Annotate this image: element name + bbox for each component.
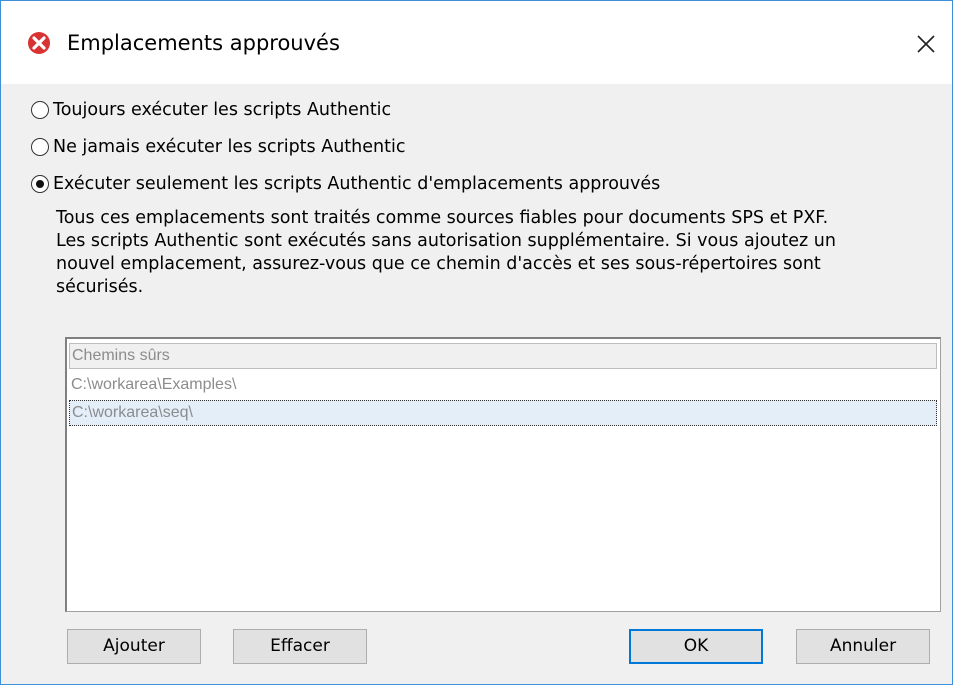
clear-button[interactable]: Effacer (233, 629, 367, 664)
radio-button[interactable] (31, 101, 49, 119)
title-bar: Emplacements approuvés (1, 1, 952, 84)
radio-label: Ne jamais exécuter les scripts Authentic (53, 137, 406, 157)
close-icon (917, 35, 935, 53)
close-button[interactable] (909, 27, 943, 61)
description-text: Tous ces emplacements sont traités comme… (56, 207, 936, 299)
safe-paths-list[interactable]: Chemins sûrs C:\workarea\Examples\ C:\wo… (65, 337, 941, 612)
ok-button[interactable]: OK (629, 629, 763, 664)
radio-label: Toujours exécuter les scripts Authentic (53, 100, 392, 120)
radio-approved-only[interactable]: Exécuter seulement les scripts Authentic… (31, 170, 660, 198)
radio-label: Exécuter seulement les scripts Authentic… (53, 174, 661, 194)
description-line: sécurisés. (56, 277, 144, 297)
radio-always-run[interactable]: Toujours exécuter les scripts Authentic (31, 96, 391, 124)
cancel-button[interactable]: Annuler (796, 629, 930, 664)
dialog-title: Emplacements approuvés (67, 31, 340, 55)
description-line: Tous ces emplacements sont traités comme… (56, 208, 829, 228)
description-line: Les scripts Authentic sont exécutés sans… (56, 231, 836, 251)
radio-button-selected[interactable] (31, 175, 49, 193)
list-header[interactable]: Chemins sûrs (69, 343, 937, 369)
description-line: nouvel emplacement, assurez-vous que ce … (56, 254, 821, 274)
add-button[interactable]: Ajouter (67, 629, 201, 664)
trusted-locations-dialog: Emplacements approuvés Toujours exécuter… (0, 0, 953, 685)
app-icon (28, 32, 50, 54)
list-row-selected[interactable]: C:\workarea\seq\ (69, 400, 937, 426)
radio-button[interactable] (31, 138, 49, 156)
list-row[interactable]: C:\workarea\Examples\ (69, 372, 937, 398)
radio-never-run[interactable]: Ne jamais exécuter les scripts Authentic (31, 133, 405, 161)
